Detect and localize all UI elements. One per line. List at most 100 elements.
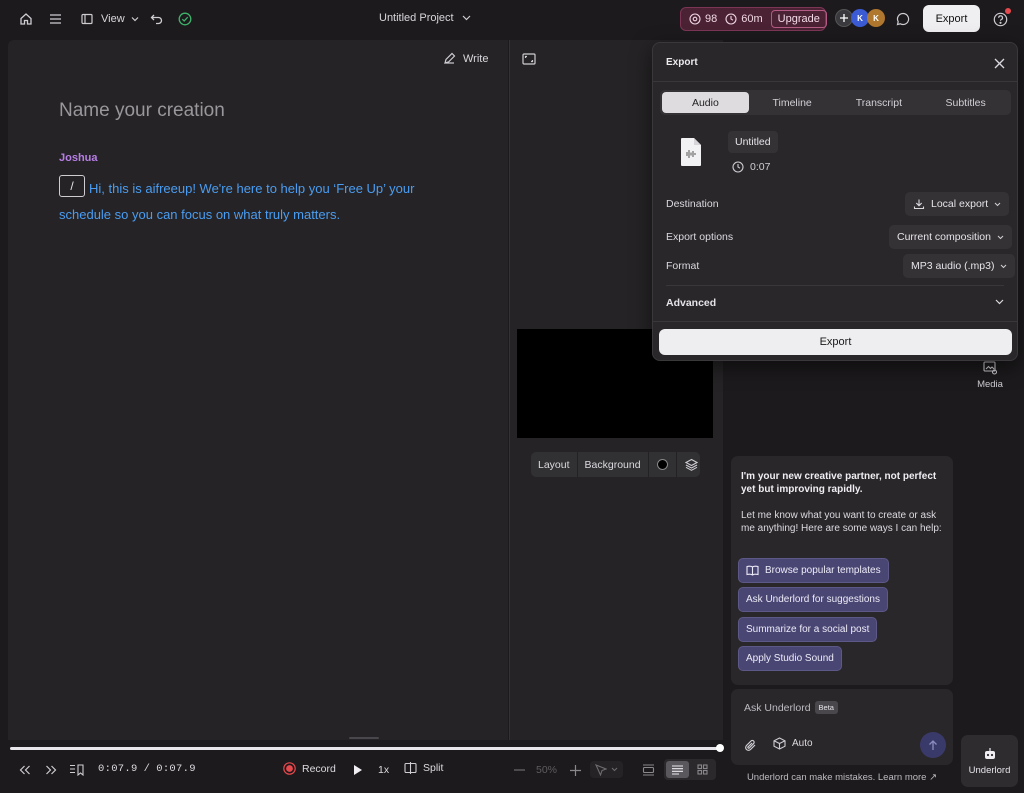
destination-value: Local export <box>931 198 989 210</box>
chevron-down-icon[interactable] <box>991 294 1007 310</box>
write-button[interactable]: Write <box>443 52 488 65</box>
chevron-down-icon <box>1000 264 1007 269</box>
format-select[interactable]: MP3 audio (.mp3) <box>903 254 1016 278</box>
split-label: Split <box>423 762 444 774</box>
export-button[interactable]: Export <box>923 5 980 32</box>
record-icon <box>283 762 296 775</box>
speaker-label[interactable]: Joshua <box>59 152 98 164</box>
background-button[interactable]: Background <box>578 452 649 477</box>
chevron-down-icon <box>994 202 1001 207</box>
split-button[interactable]: Split <box>404 762 443 774</box>
page-title[interactable]: Name your creation <box>59 100 225 122</box>
ask-input[interactable]: Ask Underlord Beta <box>744 701 838 714</box>
upgrade-button[interactable]: Upgrade <box>770 10 827 28</box>
suggestion-browse-templates[interactable]: Browse popular templates <box>738 558 889 583</box>
script-editor[interactable]: Write Name your creation Joshua Hi, this… <box>8 40 508 740</box>
aspect-ratio-icon[interactable] <box>521 51 537 67</box>
advanced-section-toggle[interactable]: Advanced <box>666 297 716 309</box>
view-menu-button[interactable]: View <box>79 11 139 27</box>
beta-badge: Beta <box>814 701 838 714</box>
destination-select[interactable]: Local export <box>905 192 1010 216</box>
credits-pill[interactable]: 98 60m Upgrade <box>680 7 827 31</box>
chevron-down-icon <box>131 16 139 22</box>
export-dialog: Export Audio Timeline Transcript Subtitl… <box>652 42 1018 361</box>
suggestion-studio-sound[interactable]: Apply Studio Sound <box>738 646 842 671</box>
chevron-down-icon <box>611 767 618 772</box>
divider <box>653 321 1017 322</box>
menu-icon[interactable] <box>47 11 63 27</box>
book-icon <box>746 565 759 576</box>
time-total: 0:07.9 <box>156 763 196 775</box>
saved-check-icon <box>177 11 193 27</box>
dialog-export-button[interactable]: Export <box>659 329 1012 355</box>
playhead-handle[interactable] <box>716 744 724 752</box>
chevron-down-icon <box>997 235 1004 240</box>
dialog-title: Export <box>666 57 698 68</box>
export-options-select[interactable]: Current composition <box>889 225 1012 249</box>
format-label: Format <box>666 260 700 272</box>
zoom-level: 50% <box>536 764 558 776</box>
close-icon[interactable] <box>991 55 1007 71</box>
layers-icon[interactable] <box>677 452 706 477</box>
underlord-label: Underlord <box>968 764 1011 776</box>
file-duration: 0:07 <box>732 161 770 173</box>
duration-value: 0:07 <box>750 161 771 173</box>
project-title: Untitled Project <box>379 12 454 24</box>
suggestion-ask-underlord[interactable]: Ask Underlord for suggestions <box>738 587 888 612</box>
record-button[interactable]: Record <box>283 762 336 775</box>
comment-icon[interactable] <box>895 11 911 27</box>
robot-icon <box>983 747 997 760</box>
time-display: 0:07.9 / 0:07.9 <box>98 763 196 775</box>
file-name-field[interactable]: Untitled <box>728 131 778 153</box>
chat-intro-heading: I'm your new creative partner, not perfe… <box>741 471 937 495</box>
split-icon <box>404 762 417 774</box>
disclaimer-text[interactable]: Underlord can make mistakes. Learn more … <box>731 772 953 783</box>
top-bar: View Untitled Project 98 60m Upgrade K K… <box>0 0 1024 38</box>
panel-resize-handle[interactable] <box>349 737 379 739</box>
time-separator: / <box>143 763 151 775</box>
skip-forward-icon[interactable] <box>43 762 59 778</box>
suggestion-summarize[interactable]: Summarize for a social post <box>738 617 878 642</box>
script-text[interactable]: Hi, this is aifreeup! We're here to help… <box>59 176 439 228</box>
attach-icon[interactable] <box>742 737 758 753</box>
ask-placeholder: Ask Underlord <box>744 701 811 714</box>
panel-icon <box>79 11 95 27</box>
tab-transcript[interactable]: Transcript <box>836 92 923 113</box>
chapters-icon[interactable] <box>68 762 84 778</box>
media-button[interactable]: Media <box>968 361 1012 390</box>
layout-button[interactable]: Layout <box>531 452 578 477</box>
tab-subtitles[interactable]: Subtitles <box>922 92 1009 113</box>
send-button[interactable] <box>920 732 946 758</box>
grid-view-toggle[interactable] <box>691 761 714 778</box>
skip-back-icon[interactable] <box>17 762 33 778</box>
chat-intro-text: Let me know what you want to create or a… <box>741 510 942 534</box>
undo-icon[interactable] <box>148 11 164 27</box>
project-title-menu[interactable]: Untitled Project <box>379 12 471 24</box>
export-tabs: Audio Timeline Transcript Subtitles <box>660 90 1011 115</box>
playback-speed-button[interactable]: 1x <box>378 764 389 776</box>
notification-dot <box>1005 8 1011 14</box>
collaborators[interactable]: K K <box>835 9 885 27</box>
tab-audio[interactable]: Audio <box>662 92 749 113</box>
export-options-value: Current composition <box>897 231 991 243</box>
home-icon[interactable] <box>18 11 34 27</box>
zoom-in-icon[interactable] <box>567 762 583 778</box>
track-icon[interactable] <box>640 762 656 778</box>
playhead-track[interactable] <box>10 747 720 750</box>
eye-icon <box>689 13 701 25</box>
format-value: MP3 audio (.mp3) <box>911 260 995 272</box>
script-view-toggle[interactable] <box>666 761 689 778</box>
write-label: Write <box>463 52 489 65</box>
credits-eye-count: 98 <box>705 13 718 25</box>
clock-icon <box>725 13 737 25</box>
play-icon[interactable] <box>350 762 366 778</box>
pointer-tool-select[interactable] <box>590 761 623 778</box>
slash-command-button[interactable]: / <box>59 175 85 197</box>
tab-timeline[interactable]: Timeline <box>749 92 836 113</box>
grid-icon <box>697 764 708 775</box>
underlord-button[interactable]: Underlord <box>961 735 1018 787</box>
background-color-swatch[interactable] <box>649 452 677 477</box>
mode-selector[interactable]: Auto <box>773 737 813 750</box>
ask-underlord-box[interactable]: Ask Underlord Beta Auto <box>731 689 953 765</box>
zoom-out-icon[interactable] <box>511 762 527 778</box>
